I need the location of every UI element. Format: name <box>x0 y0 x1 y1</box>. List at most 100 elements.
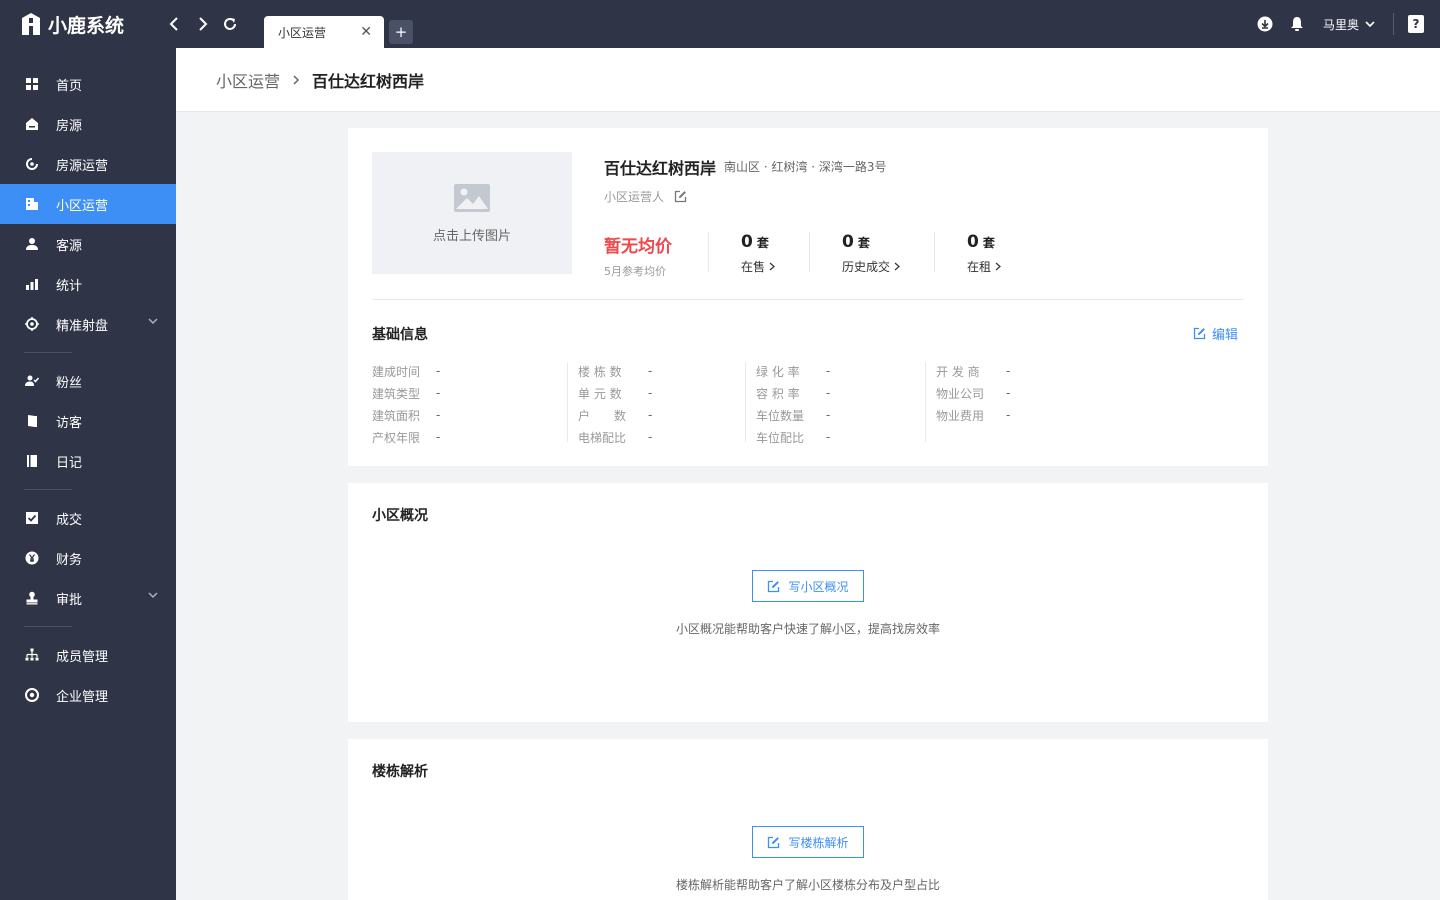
info-value: - <box>826 386 831 400</box>
book-icon <box>24 453 40 469</box>
info-value: - <box>436 430 441 444</box>
checkbox-icon <box>24 510 40 526</box>
info-value: - <box>648 408 653 422</box>
info-value: - <box>826 364 831 378</box>
user-menu[interactable]: 马里奥 <box>1323 16 1375 33</box>
sidebar-item-deals[interactable]: 成交 <box>0 498 176 538</box>
divider <box>708 232 709 272</box>
info-value: - <box>826 408 831 422</box>
average-price: 暂无均价 5月参考均价 <box>604 232 672 279</box>
back-button[interactable] <box>162 12 186 36</box>
info-label: 单 元 数 <box>578 386 622 401</box>
house-icon <box>24 116 40 132</box>
download-button[interactable] <box>1255 14 1275 34</box>
info-column: 开 发 商 - 物业公司 - 物业费用 - <box>936 360 1010 426</box>
sidebar-item-members[interactable]: 成员管理 <box>0 635 176 675</box>
sidebar-item-stats[interactable]: 统计 <box>0 264 176 304</box>
info-row: 建成时间 - <box>372 360 440 382</box>
divider <box>1393 13 1394 35</box>
chevron-down-icon <box>148 318 158 325</box>
tab-community-ops[interactable]: 小区运营 ✕ <box>264 16 384 48</box>
info-label: 建筑面积 <box>372 408 421 423</box>
image-upload[interactable]: 点击上传图片 <box>372 152 572 274</box>
info-row: 建筑类型 - <box>372 382 440 404</box>
sidebar-item-label: 审批 <box>56 592 83 608</box>
sidebar-item-label: 小区运营 <box>56 198 109 214</box>
info-row: 车位数量 - <box>756 404 830 426</box>
stat-unit: 套 <box>756 236 769 250</box>
info-value: - <box>436 364 441 378</box>
info-row: 户 数- <box>578 404 652 426</box>
chevron-right-icon <box>995 262 1001 271</box>
sidebar-item-community-ops[interactable]: 小区运营 <box>0 184 176 224</box>
sidebar-item-listing-ops[interactable]: 房源运营 <box>0 144 176 184</box>
edit-icon[interactable] <box>674 190 687 203</box>
info-value: - <box>436 386 441 400</box>
info-value: - <box>1006 386 1011 400</box>
sidebar-item-label: 统计 <box>56 278 83 294</box>
edit-label: 编辑 <box>1211 328 1238 343</box>
building-icon <box>24 196 40 212</box>
overview-hint: 小区概况能帮助客户快速了解小区，提高找房效率 <box>675 622 940 636</box>
refresh-button[interactable] <box>218 12 242 36</box>
stat-value: 0 <box>967 232 979 252</box>
info-row: 车位配比 - <box>756 426 830 448</box>
sidebar-item-precision[interactable]: 精准射盘 <box>0 304 176 344</box>
info-label: 物业公司 <box>936 386 985 401</box>
sidebar-item-clients[interactable]: 客源 <box>0 224 176 264</box>
person-check-icon <box>24 373 40 389</box>
stat-for-rent[interactable]: 0套 在租 <box>967 232 1001 275</box>
sidebar: 首页 房源 房源运营 小区运营 客源 统计 精准射盘 粉丝 访客 日记 成交 财… <box>0 48 176 900</box>
chevron-right-icon <box>292 74 300 86</box>
info-value: - <box>648 364 653 378</box>
stat-unit: 套 <box>857 236 870 250</box>
refresh-icon <box>24 156 40 172</box>
price-value: 暂无均价 <box>604 237 672 257</box>
sidebar-item-home[interactable]: 首页 <box>0 64 176 104</box>
divider <box>372 299 1244 300</box>
info-value: - <box>826 430 831 444</box>
info-column: 楼 栋 数 - 单 元 数 - 户 数 - 电梯配比 - <box>578 360 652 448</box>
sidebar-item-visitors[interactable]: 访客 <box>0 401 176 441</box>
overview-title: 小区概况 <box>372 508 428 524</box>
user-name: 马里奥 <box>1322 17 1359 32</box>
door-icon <box>24 413 40 429</box>
breadcrumb-parent[interactable]: 小区运营 <box>216 68 280 92</box>
info-row: 物业公司 - <box>936 382 1010 404</box>
info-column: 建成时间 - 建筑类型 - 建筑面积 - 产权年限 - <box>372 360 440 448</box>
write-overview-button[interactable]: 写小区概况 <box>752 570 864 602</box>
info-label: 绿 化 率 <box>756 364 800 379</box>
stat-unit: 套 <box>982 236 995 250</box>
building-analysis-card: 楼栋解析 写楼栋解析 楼栋解析能帮助客户了解小区楼栋分布及户型占比 <box>348 739 1268 900</box>
refresh-icon <box>224 18 236 30</box>
sidebar-item-finance[interactable]: 财务 <box>0 538 176 578</box>
sidebar-item-fans[interactable]: 粉丝 <box>0 361 176 401</box>
sidebar-item-diary[interactable]: 日记 <box>0 441 176 481</box>
bell-icon <box>1290 17 1303 31</box>
edit-button[interactable]: 编辑 <box>1193 324 1238 343</box>
info-column: 绿 化 率 - 容 积 率 - 车位数量 - 车位配比 - <box>756 360 830 448</box>
sidebar-item-listings[interactable]: 房源 <box>0 104 176 144</box>
chevron-right-icon <box>199 17 208 31</box>
divider <box>24 489 72 490</box>
info-label: 开 发 商 <box>936 364 980 379</box>
info-label: 容 积 率 <box>756 386 800 401</box>
stamp-icon <box>24 590 40 606</box>
sidebar-item-approval[interactable]: 审批 <box>0 578 176 618</box>
stat-for-sale[interactable]: 0套 在售 <box>741 232 775 275</box>
forward-button[interactable] <box>191 12 215 36</box>
sidebar-item-label: 房源 <box>56 118 83 134</box>
info-value: - <box>648 430 653 444</box>
sidebar-item-label: 日记 <box>56 455 83 471</box>
notification-button[interactable] <box>1287 14 1307 34</box>
close-icon[interactable]: ✕ <box>360 24 372 40</box>
info-row: 产权年限 - <box>372 426 440 448</box>
write-building-button[interactable]: 写楼栋解析 <box>752 826 864 858</box>
sidebar-item-enterprise[interactable]: 企业管理 <box>0 675 176 715</box>
app-logo[interactable]: 小鹿系统 <box>20 11 124 37</box>
community-info-card: 点击上传图片 百仕达红树西岸 南山区 · 红树湾 · 深湾一路3号 小区运营人 … <box>348 128 1268 466</box>
stat-history-deals[interactable]: 0套 历史成交 <box>842 232 900 275</box>
info-label: 车位配比 <box>756 430 805 445</box>
add-tab-button[interactable]: + <box>389 20 413 44</box>
help-icon[interactable]: ? <box>1408 15 1424 33</box>
